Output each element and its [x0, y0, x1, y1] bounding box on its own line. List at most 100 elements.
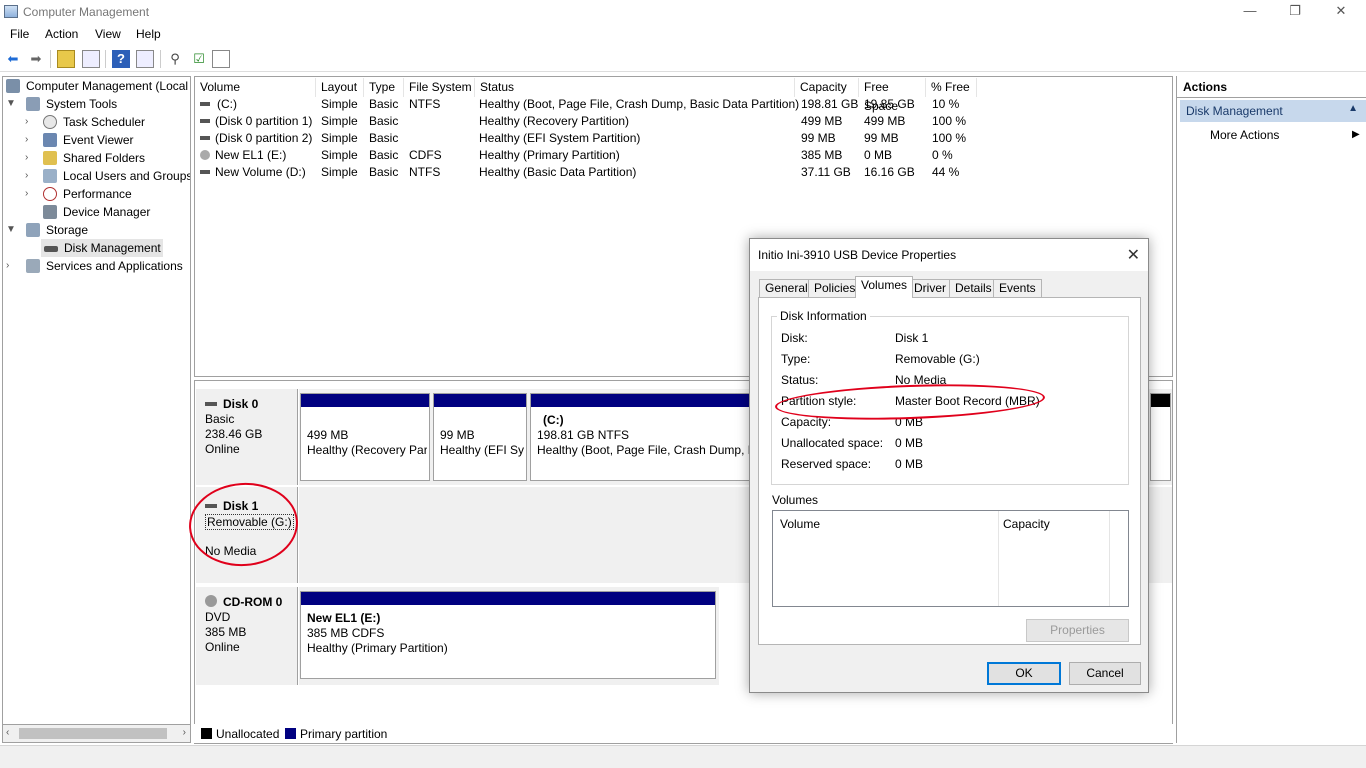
dialog-close-button[interactable]: ✕	[1127, 245, 1140, 265]
action-pane-icon[interactable]	[136, 50, 154, 68]
cell-capacity: 499 MB	[801, 114, 843, 128]
column-percent-free[interactable]: % Free	[926, 78, 977, 97]
up-folder-icon[interactable]	[57, 50, 75, 68]
column-layout[interactable]: Layout	[316, 78, 364, 97]
cell-layout: Simple	[321, 148, 358, 162]
tree-disk-management[interactable]: Disk Management	[41, 239, 163, 257]
chevron-down-icon[interactable]: ▼	[6, 221, 18, 239]
volume-icon	[200, 119, 210, 123]
volumes-listview[interactable]: Volume Capacity	[772, 510, 1129, 607]
tab-events[interactable]: Events	[993, 279, 1042, 297]
properties-icon[interactable]	[212, 50, 230, 68]
shared-folder-icon	[43, 151, 57, 165]
tree-system-tools[interactable]: ▼ System Tools	[6, 95, 190, 113]
tree-root[interactable]: Computer Management (Local	[3, 77, 190, 95]
tree-disk-management-label: Disk Management	[64, 241, 161, 255]
partition-e[interactable]: New EL1 (E:) 385 MB CDFS Healthy (Primar…	[300, 591, 716, 679]
checklist-icon[interactable]: ☑	[190, 50, 208, 68]
chevron-right-icon[interactable]: ›	[25, 131, 37, 149]
cell-free-space: 99 MB	[864, 131, 899, 145]
scroll-right-icon[interactable]: ›	[183, 727, 186, 738]
computer-icon	[6, 79, 20, 93]
chevron-right-icon[interactable]: ›	[25, 113, 37, 131]
menu-action[interactable]: Action	[45, 27, 78, 41]
cancel-button[interactable]: Cancel	[1069, 662, 1141, 685]
chevron-down-icon[interactable]: ▼	[6, 95, 18, 113]
cell-status: Healthy (Primary Partition)	[479, 148, 620, 162]
legend-unallocated: Unallocated	[216, 727, 280, 741]
tab-volumes[interactable]: Volumes	[855, 276, 914, 298]
window-title: Computer Management	[23, 5, 150, 19]
connect-icon[interactable]: ⚲	[166, 50, 184, 68]
partition-size: 198.81 GB NTFS	[537, 428, 630, 442]
scroll-left-icon[interactable]: ‹	[6, 727, 9, 738]
tab-policies[interactable]: Policies	[808, 279, 862, 297]
column-free-space[interactable]: Free Space	[859, 78, 926, 113]
cell-status: Healthy (Recovery Partition)	[479, 114, 630, 128]
cell-volume: (C:)	[217, 97, 237, 111]
more-actions[interactable]: More Actions	[1210, 128, 1279, 142]
partition-label: New EL1 (E:)	[307, 611, 381, 625]
tree-task-scheduler[interactable]: › Task Scheduler	[25, 113, 190, 131]
tree-storage-label: Storage	[46, 223, 89, 237]
chevron-right-icon[interactable]: ›	[25, 149, 37, 167]
tree-storage[interactable]: ▼ Storage	[6, 221, 190, 239]
menu-file[interactable]: File	[10, 27, 29, 41]
chevron-right-icon[interactable]: ›	[25, 167, 37, 185]
volumes-column-volume[interactable]: Volume	[780, 517, 820, 531]
partition-efi[interactable]: 99 MB Healthy (EFI Sys	[433, 393, 527, 481]
tree-shared-folders[interactable]: › Shared Folders	[25, 149, 190, 167]
cell-percent-free: 10 %	[932, 97, 960, 111]
column-status[interactable]: Status	[475, 78, 795, 97]
chevron-right-icon[interactable]: ›	[25, 185, 37, 203]
tree-horizontal-scrollbar[interactable]: ‹ ›	[2, 724, 191, 743]
info-key: Unallocated space:	[781, 436, 884, 450]
restore-button[interactable]: ❐	[1272, 0, 1318, 24]
disk-icon	[205, 402, 217, 406]
collapse-up-icon[interactable]: ▲	[1348, 103, 1358, 114]
menu-view[interactable]: View	[95, 27, 121, 41]
disk0-type: Basic	[205, 412, 235, 426]
tree-device-manager[interactable]: Device Manager	[25, 203, 190, 221]
menu-help[interactable]: Help	[136, 27, 161, 41]
back-arrow-icon[interactable]: ⬅	[4, 50, 22, 68]
cell-capacity: 385 MB	[801, 148, 843, 162]
partition-recovery[interactable]: 499 MB Healthy (Recovery Par	[300, 393, 430, 481]
device-manager-icon	[43, 205, 57, 219]
tab-details[interactable]: Details	[949, 279, 998, 297]
forward-arrow-icon[interactable]: ➡	[27, 50, 45, 68]
chevron-right-icon[interactable]: ›	[6, 257, 18, 275]
partition-d[interactable]	[1150, 393, 1171, 481]
close-button[interactable]: ✕	[1318, 0, 1364, 24]
volume-properties-button[interactable]: Properties	[1026, 619, 1129, 642]
disk1-state: No Media	[205, 544, 257, 558]
column-file-system[interactable]: File System	[404, 78, 475, 97]
tree-performance[interactable]: › Performance	[25, 185, 190, 203]
tab-driver[interactable]: Driver	[908, 279, 952, 297]
minimize-button[interactable]: —	[1227, 0, 1273, 24]
help-icon[interactable]: ?	[112, 50, 130, 68]
disk1-info[interactable]: Disk 1 Removable (G:) No Media	[196, 487, 298, 583]
tree-event-viewer[interactable]: › Event Viewer	[25, 131, 190, 149]
volumes-column-capacity[interactable]: Capacity	[1003, 517, 1050, 531]
cell-free-space: 0 MB	[864, 148, 893, 162]
tree-services[interactable]: › Services and Applications	[6, 257, 190, 275]
actions-section-disk-management[interactable]: Disk Management ▲	[1180, 100, 1366, 122]
column-volume[interactable]: Volume	[195, 78, 316, 97]
partition-c[interactable]: (C:) 198.81 GB NTFS Healthy (Boot, Page …	[530, 393, 770, 481]
column-type[interactable]: Type	[364, 78, 404, 97]
partition-label: (C:)	[543, 413, 564, 427]
cell-status: Healthy (Basic Data Partition)	[479, 165, 637, 179]
cdrom0-info[interactable]: CD-ROM 0 DVD 385 MB Online	[196, 587, 298, 685]
ok-button[interactable]: OK	[987, 662, 1061, 685]
column-capacity[interactable]: Capacity	[795, 78, 859, 97]
scroll-thumb[interactable]	[19, 728, 167, 739]
cell-capacity: 99 MB	[801, 131, 836, 145]
info-key: Type:	[781, 352, 811, 366]
disk0-info[interactable]: Disk 0 Basic 238.46 GB Online	[196, 389, 298, 485]
cell-status: Healthy (EFI System Partition)	[479, 131, 641, 145]
tab-general[interactable]: General	[759, 279, 814, 297]
submenu-arrow-icon[interactable]: ▶	[1352, 129, 1360, 140]
tree-local-users[interactable]: › Local Users and Groups	[25, 167, 190, 185]
show-hide-tree-icon[interactable]	[82, 50, 100, 68]
